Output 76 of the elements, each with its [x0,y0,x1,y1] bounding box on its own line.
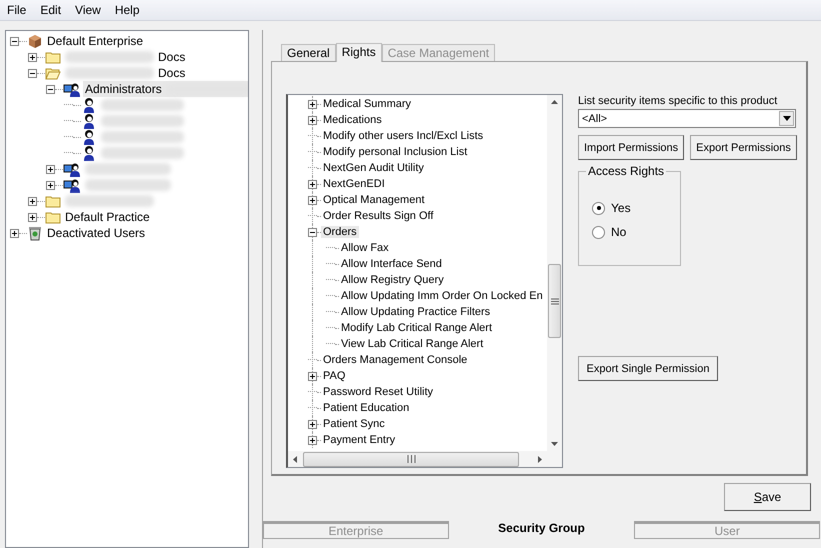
tree-item[interactable]: Allow Registry Query [339,274,446,286]
tree-item[interactable]: Modify other users Incl/Excl Lists [321,130,486,142]
tree-item[interactable]: Medications [321,114,384,126]
tree-item[interactable]: NextGenEDI [321,178,387,190]
group-title: Access Rights [586,164,666,178]
grip-icon [550,298,558,304]
expander-icon[interactable] [46,84,55,94]
tree-item[interactable]: Allow Interface Send [339,258,444,270]
tree-item[interactable]: Docs [158,66,186,80]
expander-icon[interactable] [308,180,317,188]
trash-icon [27,225,43,241]
tree-item[interactable]: Patient Education [321,402,412,414]
tree-item[interactable]: Medical Summary [321,98,414,110]
expander-icon[interactable] [28,52,37,62]
expander-icon[interactable] [28,196,37,206]
box-icon [27,33,43,49]
user-group-icon [63,177,81,193]
tree-item[interactable]: Orders Management Console [321,354,470,366]
tree-item[interactable]: Allow Fax [339,242,391,254]
tab[interactable]: Rights [336,43,382,62]
tree-item[interactable]: Modify personal Inclusion List [321,146,470,158]
expander-icon[interactable] [46,180,55,190]
expander-icon[interactable] [308,100,317,108]
export-single-button[interactable]: Export Single Permission [578,356,718,381]
expander-icon[interactable] [308,116,317,124]
tree-item[interactable]: Patient Sync [321,418,387,430]
product-dropdown[interactable]: <All> [578,109,796,128]
menu-item[interactable]: View [68,3,108,17]
tree-item[interactable]: Orders [321,226,359,238]
tab[interactable]: Security Group [448,521,634,539]
horizontal-scrollbar[interactable] [288,451,562,467]
tree-item[interactable]: Docs [158,50,186,64]
tree-item[interactable]: Default Enterprise [47,34,144,48]
expander-icon[interactable] [308,372,317,380]
expander-icon[interactable] [28,68,37,78]
radio-button[interactable] [592,202,605,214]
grip-icon [406,455,416,463]
tree-item[interactable]: Default Practice [65,210,150,224]
tree-item[interactable]: View Lab Critical Range Alert [339,338,486,350]
expander-icon[interactable] [46,164,55,174]
tree-item[interactable]: Allow Updating Practice Filters [339,306,492,318]
menu-item[interactable]: File [0,3,34,17]
tree-item[interactable]: Deactivated Users [47,226,146,240]
filter-label: List security items specific to this product [578,95,778,107]
radio-label: No [611,225,626,239]
expander-icon[interactable] [10,228,19,238]
tree-item[interactable]: Allow Updating Imm Order On Locked En [339,290,545,302]
save-button[interactable]: Save [724,483,811,511]
tree-item[interactable]: NextGen Audit Utility [321,162,426,174]
radio-label: Yes [611,201,631,215]
expander-icon[interactable] [28,212,37,222]
user-icon [81,97,97,113]
expander-icon[interactable] [308,228,317,236]
tree-item[interactable]: Modify Lab Critical Range Alert [339,322,494,334]
menu-item[interactable]: Edit [33,3,68,17]
expander-icon[interactable] [308,436,317,444]
tree-item[interactable]: Payment Entry [321,434,398,446]
caret-icon [782,116,790,121]
user-icon [81,129,97,145]
radio-button[interactable] [592,226,605,238]
tree-item[interactable]: Password Reset Utility [321,386,436,398]
user-group-icon [63,161,81,177]
user-group-icon [63,81,81,97]
menu-item[interactable]: Help [108,3,147,17]
expander-icon[interactable] [308,196,317,204]
tree-item[interactable]: Order Results Sign Off [321,210,436,222]
vertical-scrollbar[interactable] [547,95,562,451]
import-button[interactable]: Import Permissions [578,135,684,160]
expander-icon[interactable] [10,36,19,46]
expander-icon[interactable] [308,420,317,428]
tree-item[interactable]: PAQ [321,370,348,382]
export-button[interactable]: Export Permissions [690,135,797,160]
user-icon [81,145,97,161]
tree-item[interactable]: Optical Management [321,194,426,206]
tab[interactable]: General [281,44,336,61]
user-icon [81,113,97,129]
